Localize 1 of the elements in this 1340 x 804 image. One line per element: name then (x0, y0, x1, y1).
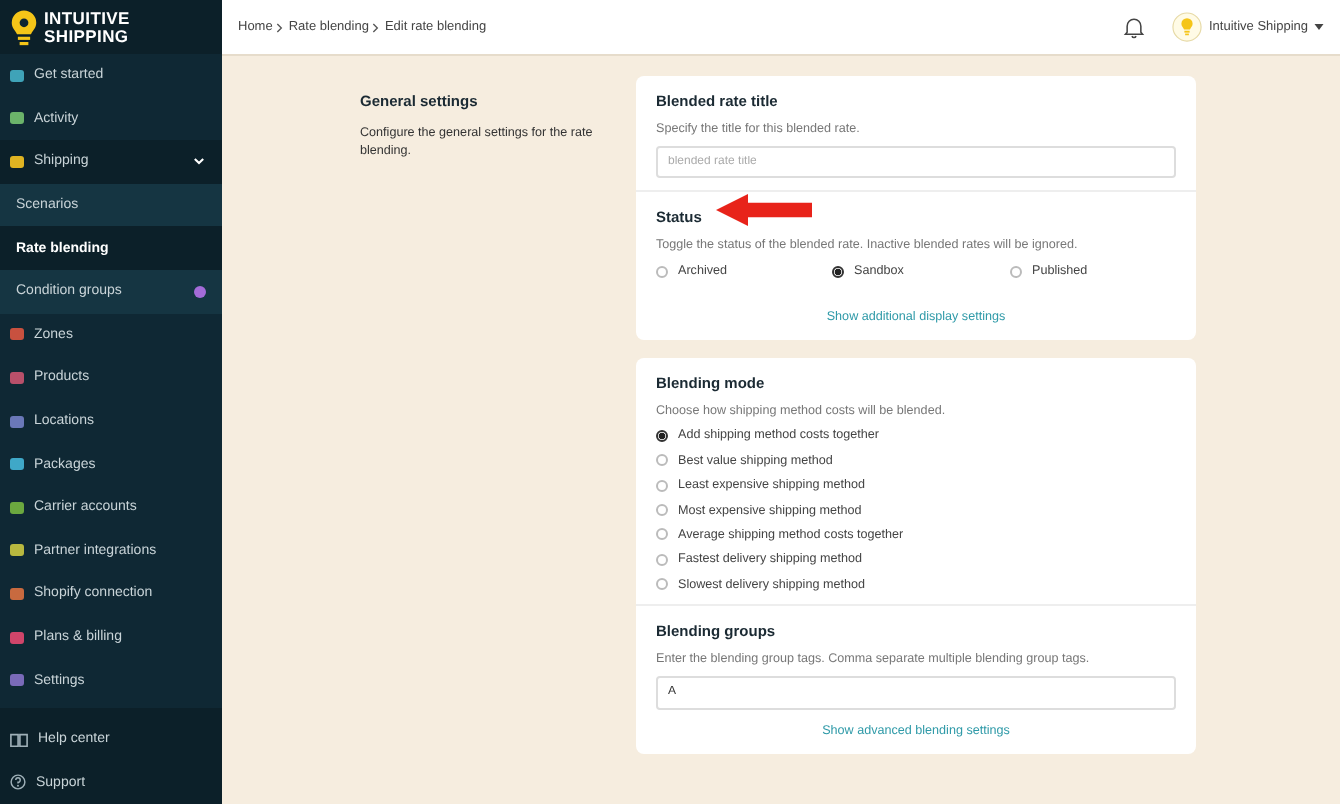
logo-text: INTUITIVE SHIPPING (44, 10, 130, 44)
